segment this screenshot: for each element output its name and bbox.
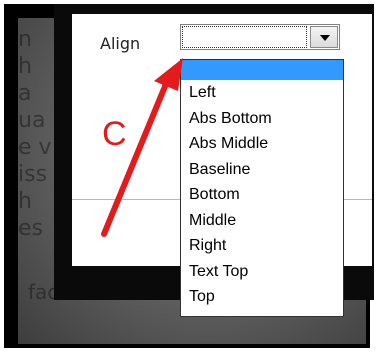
annotation-arrow-icon (101, 58, 183, 237)
